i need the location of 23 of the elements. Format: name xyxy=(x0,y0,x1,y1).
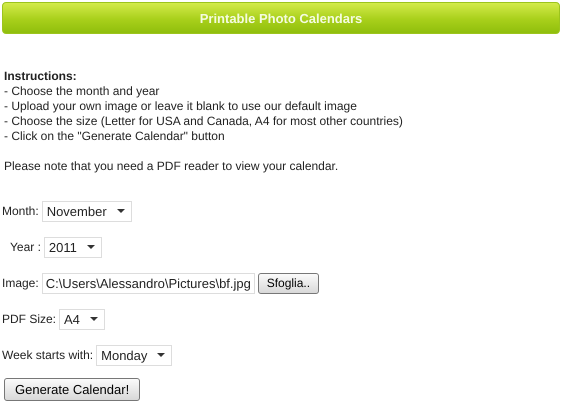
field-label: Month: xyxy=(2,204,39,218)
field-label: PDF Size: xyxy=(2,312,56,326)
field-label: Week starts with: xyxy=(2,348,94,362)
instruction-step: - Upload your own image or leave it blank to use our default image xyxy=(4,99,561,114)
caret-icon xyxy=(116,209,125,213)
note-text: Please note that you need a PDF reader to view your calendar. xyxy=(4,159,340,174)
field-label: Image: xyxy=(2,276,39,290)
page-title: Printable Photo Calendars xyxy=(200,10,362,26)
instruction-step: - Choose the size (Letter for USA and Canada, A4 for most other countries) xyxy=(4,114,561,129)
instruction-step: - Choose the month and year xyxy=(4,84,561,99)
dropdown[interactable]: Monday xyxy=(96,344,172,366)
instructions-heading: Instructions: xyxy=(4,69,78,84)
dropdown[interactable]: A4 xyxy=(59,308,105,330)
instruction-step: - Click on the "Generate Calendar" button xyxy=(4,129,561,144)
field-label: Year : xyxy=(10,240,41,254)
browse-button[interactable]: Sfoglia.. xyxy=(258,272,320,294)
caret-icon xyxy=(90,317,98,321)
caret-icon xyxy=(86,245,95,249)
dropdown[interactable]: November xyxy=(42,200,132,222)
dropdown[interactable]: 2011 xyxy=(44,236,102,258)
file-path-field[interactable]: C:\Users\Alessandro\Pictures\bf.jpg xyxy=(42,272,255,294)
caret-icon xyxy=(157,353,166,357)
generate-button[interactable]: Generate Calendar! xyxy=(4,378,140,401)
